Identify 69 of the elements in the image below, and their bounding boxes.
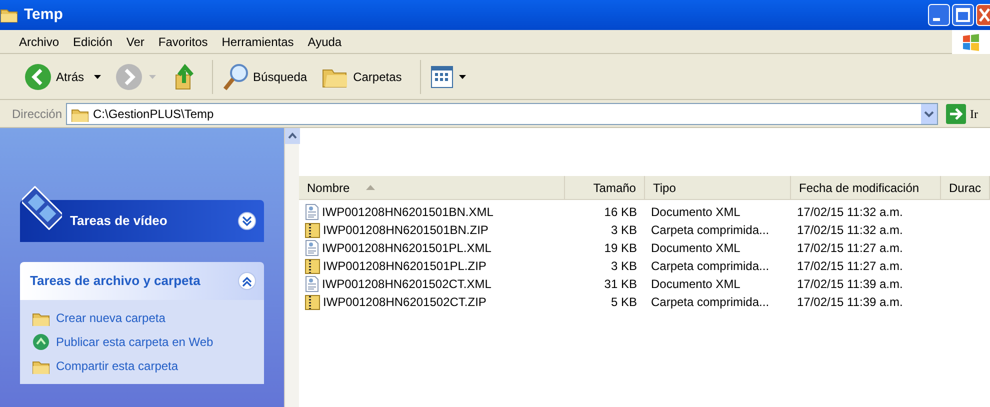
- task-link[interactable]: Publicar esta carpeta en Web: [32, 332, 252, 352]
- table-cell-text: 3 KB: [610, 258, 638, 275]
- dropdown-icon: [921, 104, 937, 124]
- zip-folder-icon: [304, 222, 320, 238]
- menu-item[interactable]: Ayuda: [300, 32, 349, 50]
- table-cell-text: Carpeta comprimida...: [650, 258, 770, 275]
- file-name[interactable]: IWP001208HN6201502CT.XML: [298, 275, 565, 293]
- file-name[interactable]: IWP001208HN6201501PL.ZIP: [298, 257, 565, 275]
- window-title: Temp: [24, 4, 63, 25]
- go-button[interactable]: Ir: [942, 104, 986, 124]
- file-name[interactable]: IWP001208HN6201501PL.XML: [298, 239, 565, 257]
- close-icon[interactable]: [976, 4, 990, 26]
- menu-item[interactable]: Archivo: [12, 32, 66, 50]
- table-cell-text: 17/02/15 11:39 a.m.: [796, 294, 904, 311]
- minimize-icon[interactable]: [928, 4, 950, 26]
- address-label: Dirección: [12, 106, 62, 122]
- expand-icon[interactable]: [238, 212, 256, 230]
- panel-title: Tareas de vídeo: [70, 212, 168, 230]
- xml-document-icon: [304, 240, 319, 256]
- column-header[interactable]: Nombre: [298, 176, 565, 199]
- panel-header[interactable]: Tareas de vídeo: [20, 200, 264, 242]
- table-cell-text: 3 KB: [610, 222, 638, 239]
- table-cell-text: 17/02/15 11:32 a.m.: [796, 204, 904, 221]
- table-cell-text: Carpeta comprimida...: [650, 222, 770, 239]
- task-link[interactable]: Compartir esta carpeta: [32, 356, 252, 376]
- file-name[interactable]: IWP001208HN6201501BN.ZIP: [298, 221, 565, 239]
- panel-title: Tareas de archivo y carpeta: [30, 272, 202, 290]
- table-cell-text: Documento XML: [650, 240, 742, 257]
- dropdown-caret-icon: [94, 74, 102, 78]
- column-header[interactable]: Fecha de modificación: [790, 176, 941, 199]
- menu-item[interactable]: Herramientas: [214, 32, 301, 50]
- scroll-up-icon: [284, 128, 300, 144]
- table-cell-text: Documento XML: [650, 204, 742, 221]
- view-grid-icon[interactable]: [430, 66, 453, 88]
- dropdown-caret-icon: [149, 74, 156, 78]
- table-cell-text: Carpeta comprimida...: [650, 294, 770, 311]
- table-cell-text: 5 KB: [610, 294, 638, 311]
- windows-logo-icon: [962, 32, 980, 50]
- xml-document-icon: [304, 204, 319, 220]
- dropdown-caret-icon: [458, 74, 466, 78]
- file-name[interactable]: IWP001208HN6201501BN.XML: [298, 203, 565, 221]
- menu-item[interactable]: Edición: [66, 32, 120, 50]
- back-button[interactable]: Atrás: [20, 58, 88, 94]
- xml-document-icon: [304, 276, 319, 292]
- menu-item[interactable]: Ver: [119, 32, 152, 50]
- table-cell-text: 17/02/15 11:32 a.m.: [796, 222, 904, 239]
- folders-button[interactable]: Carpetas: [317, 58, 406, 94]
- panel-header[interactable]: Tareas de archivo y carpeta: [20, 262, 264, 300]
- search-icon: [223, 62, 250, 90]
- column-header[interactable]: Tipo: [644, 176, 791, 199]
- table-cell-text: 19 KB: [603, 240, 638, 257]
- table-cell-text: 17/02/15 11:39 a.m.: [796, 276, 904, 293]
- address-field[interactable]: C:\GestionPLUS\Temp: [66, 102, 938, 124]
- table-cell-text: 17/02/15 11:27 a.m.: [796, 240, 904, 257]
- column-header[interactable]: Durac: [940, 176, 990, 199]
- column-header[interactable]: Tamaño: [564, 176, 645, 199]
- menu-item[interactable]: Favoritos: [151, 32, 215, 50]
- task-link[interactable]: Crear nueva carpeta: [32, 308, 252, 328]
- maximize-icon[interactable]: [952, 4, 974, 26]
- search-button[interactable]: Búsqueda: [219, 58, 312, 94]
- zip-folder-icon: [304, 258, 320, 274]
- scrollbar[interactable]: [284, 128, 299, 407]
- table-cell-text: 31 KB: [603, 276, 638, 293]
- zip-folder-icon: [304, 294, 320, 310]
- table-cell-text: Documento XML: [650, 276, 742, 293]
- table-cell-text: 17/02/15 11:27 a.m.: [796, 258, 904, 275]
- collapse-icon[interactable]: [238, 272, 256, 290]
- table-cell-text: 16 KB: [603, 204, 638, 221]
- file-name[interactable]: IWP001208HN6201502CT.ZIP: [298, 293, 565, 311]
